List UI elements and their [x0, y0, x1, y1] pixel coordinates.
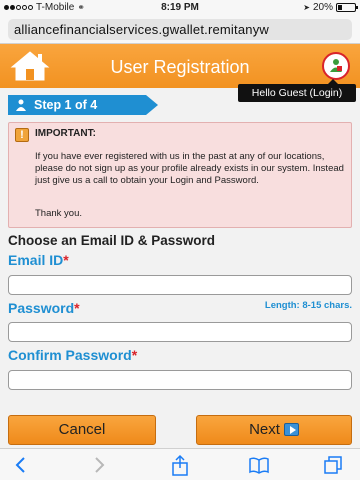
required-marker: *	[131, 347, 138, 363]
location-icon: ➤	[303, 3, 310, 12]
email-label-text: Email ID	[8, 252, 64, 268]
browser-address-area: alliancefinancialservices.gwallet.remita…	[0, 16, 360, 44]
app-header: User Registration	[0, 44, 360, 88]
battery-percent: 20%	[312, 2, 333, 13]
confirm-password-label-text: Confirm Password	[8, 347, 132, 363]
bookmarks-icon[interactable]	[248, 454, 270, 476]
email-field[interactable]	[8, 275, 352, 295]
next-arrow-icon	[283, 422, 299, 436]
notice-body: If you have ever registered with us in t…	[35, 151, 344, 186]
status-bar: T-Mobile ⚭ 8:19 PM ➤ 20%	[0, 0, 360, 16]
forward-icon[interactable]	[88, 454, 110, 476]
password-label: Password*	[8, 300, 80, 316]
browser-toolbar	[0, 448, 360, 480]
password-field[interactable]	[8, 322, 352, 342]
confirm-password-label: Confirm Password*	[8, 347, 137, 363]
email-label: Email ID*	[8, 252, 69, 268]
page-title: User Registration	[110, 57, 250, 77]
password-label-text: Password	[8, 300, 75, 316]
password-length-hint: Length: 8-15 chars.	[264, 300, 352, 311]
status-right: ➤ 20%	[303, 2, 358, 13]
tabs-icon[interactable]	[322, 454, 344, 476]
cancel-button[interactable]: Cancel	[8, 415, 156, 445]
notice-closing: Thank you.	[35, 208, 82, 219]
user-login-icon[interactable]	[322, 52, 350, 80]
important-notice: ! IMPORTANT: If you have ever registered…	[8, 122, 352, 228]
next-button-label: Next	[249, 421, 280, 438]
back-icon[interactable]	[10, 454, 32, 476]
login-tooltip[interactable]: Hello Guest (Login)	[238, 79, 356, 102]
form-section-title: Choose an Email ID & Password	[8, 233, 216, 248]
notice-title: IMPORTANT:	[35, 128, 96, 139]
warning-icon: !	[15, 128, 29, 142]
required-marker: *	[74, 300, 80, 316]
battery-icon	[336, 3, 358, 12]
share-icon[interactable]	[169, 454, 191, 476]
required-marker: *	[63, 252, 69, 268]
url-bar[interactable]: alliancefinancialservices.gwallet.remita…	[8, 19, 352, 40]
confirm-password-field[interactable]	[8, 370, 352, 390]
step-label: Step 1 of 4	[34, 98, 98, 112]
person-icon	[16, 99, 26, 111]
step-indicator: Step 1 of 4	[8, 95, 158, 115]
next-button[interactable]: Next	[196, 415, 352, 445]
